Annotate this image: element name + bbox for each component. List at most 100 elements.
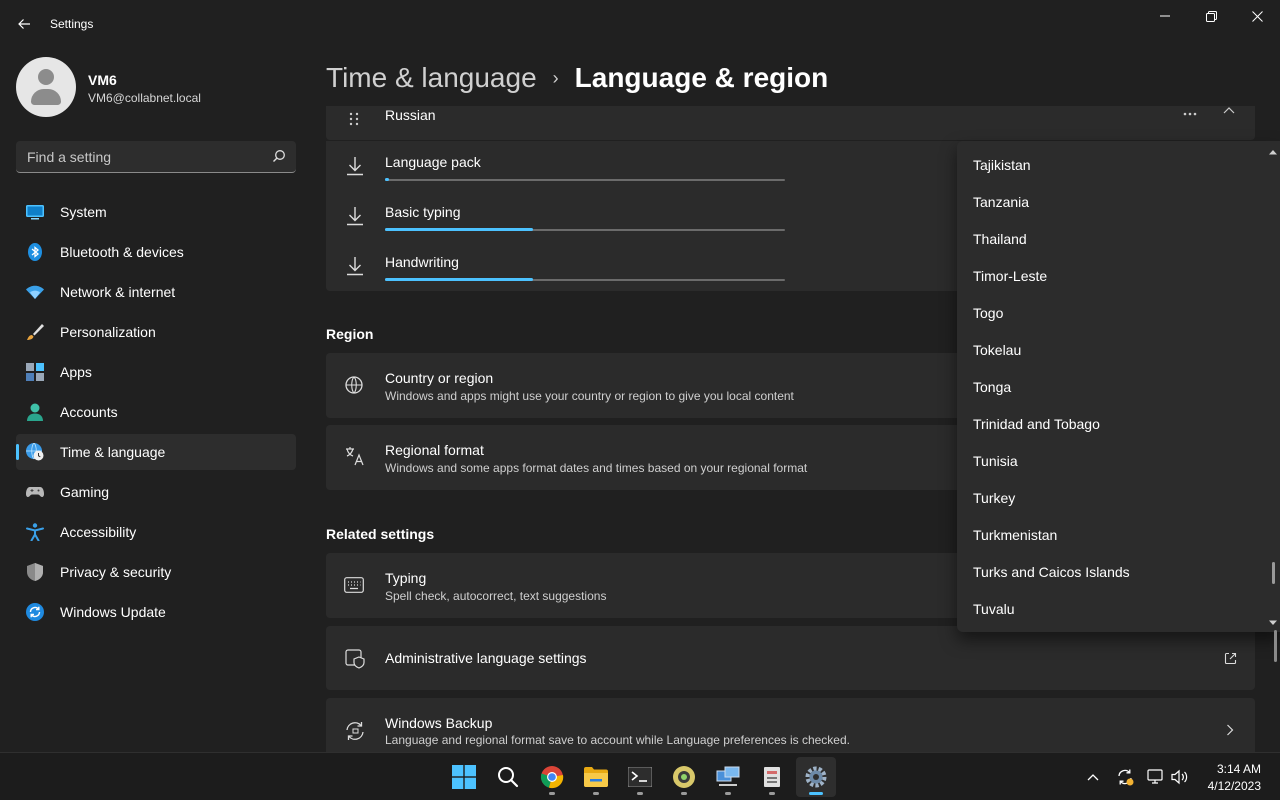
breadcrumb-parent[interactable]: Time & language — [326, 62, 537, 94]
person-icon — [27, 403, 43, 421]
taskbar-settings[interactable] — [796, 757, 836, 797]
tray-network-button[interactable] — [1146, 767, 1166, 787]
download-label: Basic typing — [385, 204, 461, 220]
progress-bar — [385, 228, 785, 231]
dropdown-option[interactable]: Tajikistan — [973, 157, 1031, 194]
search-icon[interactable] — [272, 149, 286, 163]
sidebar-item-gaming[interactable]: Gaming — [16, 474, 296, 510]
scroll-up-arrow-icon[interactable] — [1268, 147, 1278, 157]
page-title: Language & region — [574, 62, 829, 93]
sidebar-item-bluetooth[interactable]: Bluetooth & devices — [16, 234, 296, 270]
more-options-icon[interactable] — [1183, 112, 1197, 116]
dropdown-option[interactable]: Thailand — [973, 231, 1027, 268]
taskbar-chrome[interactable] — [532, 757, 572, 797]
start-button[interactable] — [444, 757, 484, 797]
title-bar: Settings — [0, 0, 1280, 48]
minimize-icon — [1160, 15, 1170, 17]
sidebar-item-privacy[interactable]: Privacy & security — [16, 554, 296, 590]
taskbar-clock-time[interactable]: 3:14 AM — [1203, 762, 1261, 776]
taskbar-search-button[interactable] — [488, 757, 528, 797]
app-circle-icon — [673, 766, 695, 788]
profile-email: VM6@collabnet.local — [88, 91, 201, 105]
taskbar-terminal[interactable] — [620, 757, 660, 797]
taskbar-app-6[interactable] — [708, 757, 748, 797]
dropdown-option[interactable]: Tuvalu — [973, 601, 1015, 632]
tray-volume-button[interactable] — [1170, 767, 1190, 787]
back-button[interactable] — [10, 10, 38, 38]
sidebar-item-time-language[interactable]: Time & language — [16, 434, 296, 470]
network-computers-icon — [716, 766, 740, 786]
avatar — [16, 57, 76, 117]
scroll-down-arrow-icon[interactable] — [1268, 618, 1278, 628]
dropdown-option[interactable]: Tunisia — [973, 453, 1018, 490]
sidebar-item-label: Network & internet — [60, 284, 176, 300]
keyboard-icon — [344, 577, 364, 593]
sidebar-item-label: Personalization — [60, 324, 156, 340]
globe-icon — [345, 376, 363, 394]
page-scrollbar-thumb[interactable] — [1274, 630, 1277, 662]
folder-icon — [584, 767, 608, 787]
sidebar-item-system[interactable]: System — [16, 194, 296, 230]
dropdown-option[interactable]: Turkmenistan — [973, 527, 1057, 564]
sidebar-item-network[interactable]: Network & internet — [16, 274, 296, 310]
dropdown-option[interactable]: Turkey — [973, 490, 1015, 527]
profile-name: VM6 — [88, 72, 117, 88]
setting-description: Windows and apps might use your country … — [385, 389, 794, 403]
sidebar-item-windows-update[interactable]: Windows Update — [16, 594, 296, 630]
back-arrow-icon — [18, 19, 30, 29]
breadcrumb: Time & language › Language & region — [326, 58, 828, 98]
sidebar-item-label: Accessibility — [60, 524, 137, 540]
sidebar-item-label: Windows Update — [60, 604, 166, 620]
admin-language-setting[interactable]: Administrative language settings — [326, 626, 1255, 690]
dropdown-option[interactable]: Tanzania — [973, 194, 1029, 231]
wifi-icon — [26, 285, 44, 299]
collapse-chevron-icon[interactable] — [1223, 106, 1235, 114]
globe-clock-icon — [26, 443, 44, 461]
chevron-up-icon — [1087, 774, 1099, 781]
setting-description: Language and regional format save to acc… — [385, 733, 850, 747]
minimize-button[interactable] — [1142, 0, 1188, 32]
restore-button[interactable] — [1188, 0, 1234, 32]
search-icon — [498, 767, 519, 788]
language-row-russian[interactable]: Russian — [326, 106, 1255, 140]
dropdown-option[interactable]: Timor-Leste — [973, 268, 1047, 305]
sidebar-item-label: Gaming — [60, 484, 110, 500]
taskbar-clock-date[interactable]: 4/12/2023 — [1195, 779, 1261, 793]
external-link-icon[interactable] — [1224, 652, 1237, 665]
search-input[interactable] — [16, 141, 266, 172]
dropdown-option[interactable]: Tokelau — [973, 342, 1021, 379]
sidebar-item-personalization[interactable]: Personalization — [16, 314, 296, 350]
taskbar-file-explorer[interactable] — [576, 757, 616, 797]
sidebar-item-accessibility[interactable]: Accessibility — [16, 514, 296, 550]
taskbar-app-5[interactable] — [664, 757, 704, 797]
download-icon — [347, 207, 363, 226]
show-hidden-icons-button[interactable] — [1083, 767, 1103, 787]
update-icon — [26, 603, 44, 621]
admin-shield-icon — [345, 649, 365, 669]
tray-sync-button[interactable] — [1115, 767, 1135, 787]
taskbar-app-7[interactable] — [752, 757, 792, 797]
volume-icon — [1171, 769, 1188, 785]
country-dropdown-list[interactable]: Tajikistan Tanzania Thailand Timor-Leste… — [957, 141, 1280, 632]
drag-handle-icon[interactable] — [349, 112, 359, 126]
dropdown-option[interactable]: Tonga — [973, 379, 1011, 416]
sidebar-item-accounts[interactable]: Accounts — [16, 394, 296, 430]
dropdown-scrollbar-thumb[interactable] — [1272, 562, 1275, 584]
dropdown-option[interactable]: Togo — [973, 305, 1003, 342]
document-tool-icon — [764, 767, 780, 787]
setting-title: Typing — [385, 570, 427, 586]
app-title: Settings — [50, 17, 94, 31]
dropdown-option[interactable]: Trinidad and Tobago — [973, 416, 1100, 453]
dropdown-option[interactable]: Turks and Caicos Islands — [973, 564, 1130, 601]
user-profile[interactable]: VM6 VM6@collabnet.local — [16, 57, 296, 117]
setting-description: Windows and some apps format dates and t… — [385, 461, 808, 475]
bluetooth-icon — [28, 243, 42, 261]
regional-format-icon — [346, 447, 364, 466]
sidebar-item-apps[interactable]: Apps — [16, 354, 296, 390]
windows-backup-setting[interactable]: Windows Backup Language and regional for… — [326, 698, 1255, 752]
backup-sync-icon — [346, 722, 364, 740]
chevron-right-icon[interactable] — [1226, 724, 1234, 736]
sync-warning-icon — [1118, 769, 1134, 786]
close-button[interactable] — [1234, 0, 1280, 32]
setting-title: Administrative language settings — [385, 650, 587, 666]
